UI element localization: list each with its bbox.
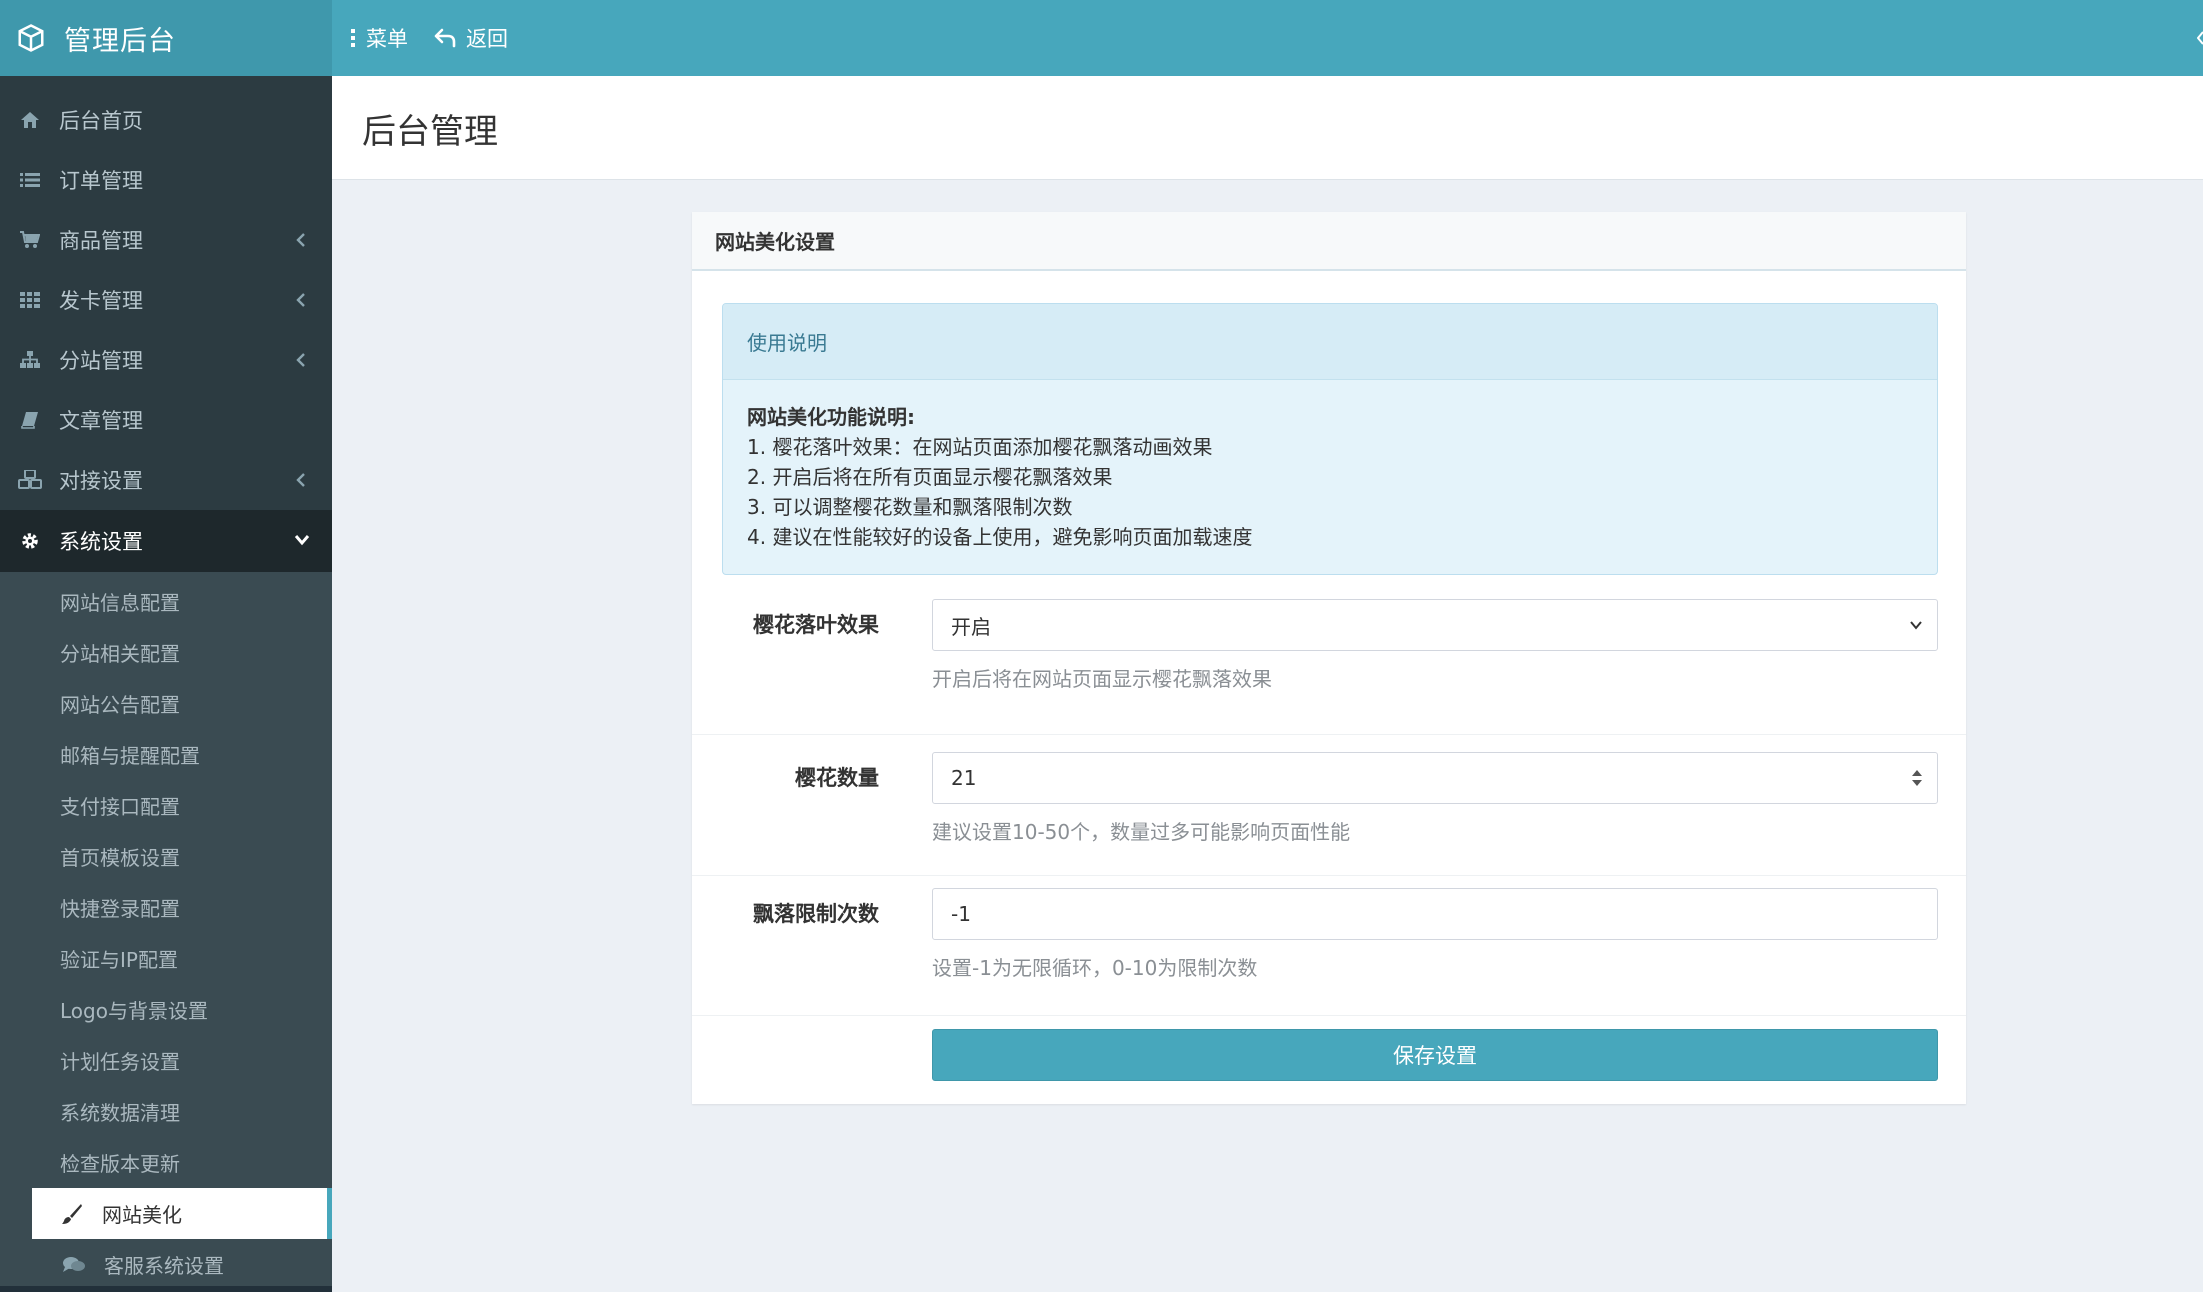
sidebar-item-products[interactable]: 商品管理 — [0, 210, 332, 270]
reply-icon — [434, 28, 456, 48]
back-button[interactable]: 返回 — [434, 23, 508, 53]
sidebar-item-label: 后台首页 — [59, 109, 143, 133]
notice-head: 网站美化功能说明: — [747, 405, 915, 429]
sidebar-item-label: 对接设置 — [59, 469, 143, 493]
chevron-down-icon — [294, 535, 310, 546]
sidebar-item-substations[interactable]: 分站管理 — [0, 330, 332, 390]
submenu-item[interactable]: 检查版本更新 — [0, 1137, 332, 1188]
cube-icon — [18, 24, 44, 52]
submenu-item[interactable]: 邮箱与提醒配置 — [0, 729, 332, 780]
submenu-item[interactable]: 网站公告配置 — [0, 678, 332, 729]
ellipsis-vertical-icon — [351, 29, 355, 47]
count-help: 建议设置10-50个，数量过多可能影响页面性能 — [932, 820, 1351, 844]
effect-select-value: 开启 — [951, 614, 991, 639]
menu-toggle-button[interactable]: 菜单 — [350, 23, 408, 53]
usage-notice: 使用说明 网站美化功能说明: 1. 樱花落叶效果：在网站页面添加樱花飘落动画效果… — [722, 303, 1938, 575]
settings-panel: 网站美化设置 使用说明 网站美化功能说明: 1. 樱花落叶效果：在网站页面添加樱… — [692, 212, 1966, 1104]
chevron-down-icon — [1910, 621, 1922, 630]
sitemap-icon — [18, 348, 42, 372]
count-label: 樱花数量 — [795, 766, 879, 790]
top-nav: 菜单 返回 — [350, 0, 534, 76]
count-input[interactable]: 21 — [932, 752, 1938, 804]
notice-body: 网站美化功能说明: 1. 樱花落叶效果：在网站页面添加樱花飘落动画效果 2. 开… — [723, 380, 1937, 574]
count-input-value: 21 — [951, 766, 977, 790]
submenu-item[interactable]: Logo与背景设置 — [0, 984, 332, 1035]
sidebar-item-cards[interactable]: 发卡管理 — [0, 270, 332, 330]
notice-line: 3. 可以调整樱花数量和飘落限制次数 — [747, 495, 1073, 519]
form-row-effect: 樱花落叶效果 开启 开启后将在网站页面显示樱花飘落效果 — [692, 599, 1966, 735]
notice-line: 4. 建议在性能较好的设备上使用，避免影响页面加载速度 — [747, 525, 1253, 549]
submenu-item[interactable]: 计划任务设置 — [0, 1035, 332, 1086]
spinner-arrows-icon[interactable] — [1911, 767, 1923, 789]
submenu-item-site-beautify[interactable]: 网站美化 — [32, 1188, 332, 1239]
save-settings-button[interactable]: 保存设置 — [932, 1029, 1938, 1081]
sidebar-item-orders[interactable]: 订单管理 — [0, 150, 332, 210]
limit-input[interactable]: -1 — [932, 888, 1938, 940]
effect-label: 樱花落叶效果 — [753, 613, 879, 637]
notice-title: 使用说明 — [723, 304, 1937, 380]
sidebar-bottom-bar — [0, 1286, 332, 1292]
back-label: 返回 — [466, 27, 508, 51]
sidebar-item-system-settings[interactable]: 系统设置 — [0, 510, 332, 572]
home-icon — [18, 108, 42, 132]
sidebar-item-label: 订单管理 — [59, 169, 143, 193]
content-header: 后台管理 — [332, 76, 2203, 180]
sidebar-item-label: 发卡管理 — [59, 289, 143, 313]
effect-help: 开启后将在网站页面显示樱花飘落效果 — [932, 667, 1272, 691]
sidebar-item-label: 分站管理 — [59, 349, 143, 373]
sidebar-item-label: 文章管理 — [59, 409, 143, 433]
effect-select[interactable]: 开启 — [932, 599, 1938, 651]
limit-input-value: -1 — [951, 902, 971, 926]
submenu-item[interactable]: 验证与IP配置 — [0, 933, 332, 984]
page-title: 后台管理 — [362, 112, 498, 152]
app-title: 管理后台 — [64, 25, 176, 57]
notice-line: 2. 开启后将在所有页面显示樱花飘落效果 — [747, 465, 1113, 489]
system-settings-submenu: 网站信息配置 分站相关配置 网站公告配置 邮箱与提醒配置 支付接口配置 首页模板… — [0, 572, 332, 1290]
cubes-icon — [18, 468, 42, 492]
cart-icon — [18, 228, 42, 252]
limit-label: 飘落限制次数 — [753, 902, 879, 926]
sidebar: 后台首页 订单管理 商品管理 发卡管理 分站管理 文章管理 对接设置 系统设置 … — [0, 76, 332, 1292]
sidebar-item-articles[interactable]: 文章管理 — [0, 390, 332, 450]
sidebar-item-integration[interactable]: 对接设置 — [0, 450, 332, 510]
sidebar-item-home[interactable]: 后台首页 — [0, 90, 332, 150]
form-row-count: 樱花数量 21 建议设置10-50个，数量过多可能影响页面性能 — [692, 752, 1966, 876]
book-icon — [18, 408, 42, 432]
grid-icon — [18, 288, 42, 312]
chevron-left-icon — [296, 353, 305, 367]
chevron-left-icon — [296, 293, 305, 307]
submenu-item[interactable]: 网站信息配置 — [0, 576, 332, 627]
top-header: 管理后台 菜单 返回 — [0, 0, 2203, 76]
list-icon — [18, 168, 42, 192]
brush-icon — [60, 1202, 84, 1226]
comments-icon — [62, 1253, 86, 1277]
form-row-limit: 飘落限制次数 -1 设置-1为无限循环，0-10为限制次数 — [692, 888, 1966, 1016]
submenu-item[interactable]: 支付接口配置 — [0, 780, 332, 831]
logo[interactable]: 管理后台 — [0, 0, 332, 76]
submenu-item-label: 网站美化 — [102, 1203, 182, 1227]
submenu-item-customer-service[interactable]: 客服系统设置 — [0, 1239, 332, 1290]
submenu-item[interactable]: 快捷登录配置 — [0, 882, 332, 933]
header-edge-icon — [2197, 31, 2203, 45]
panel-heading: 网站美化设置 — [692, 212, 1966, 271]
sidebar-item-label: 商品管理 — [59, 229, 143, 253]
menu-label: 菜单 — [366, 27, 408, 51]
submenu-item[interactable]: 系统数据清理 — [0, 1086, 332, 1137]
chevron-left-icon — [296, 473, 305, 487]
submenu-item-label: 客服系统设置 — [104, 1254, 224, 1278]
submenu-item[interactable]: 首页模板设置 — [0, 831, 332, 882]
limit-help: 设置-1为无限循环，0-10为限制次数 — [932, 956, 1258, 980]
submenu-item[interactable]: 分站相关配置 — [0, 627, 332, 678]
sidebar-item-label: 系统设置 — [59, 530, 143, 554]
gear-icon — [18, 529, 42, 553]
notice-line: 1. 樱花落叶效果：在网站页面添加樱花飘落动画效果 — [747, 435, 1213, 459]
chevron-left-icon — [296, 233, 305, 247]
